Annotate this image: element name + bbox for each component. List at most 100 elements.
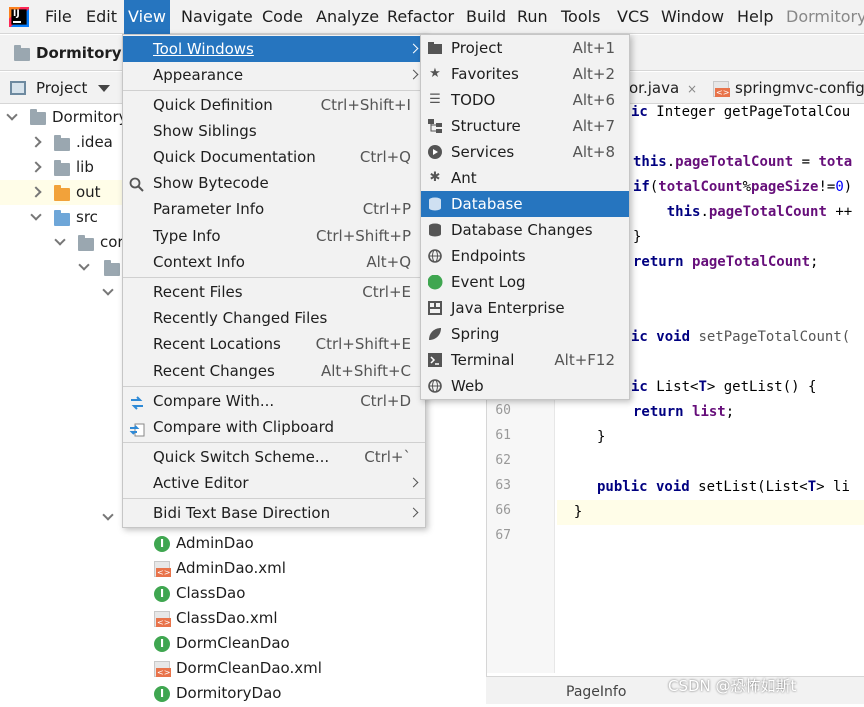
menu-navigate[interactable]: Navigate	[177, 0, 257, 34]
menu-refactor[interactable]: Refactor	[383, 0, 458, 34]
tool-window-database[interactable]: Database	[421, 191, 629, 217]
menu-item-recent-changes[interactable]: Recent Changes Alt+Shift+C	[123, 358, 425, 384]
tree-item-dormcleandao-xml[interactable]: DormCleanDao.xml	[0, 656, 486, 681]
menu-item-appearance[interactable]: Appearance	[123, 62, 425, 88]
line-number: 61	[495, 428, 511, 443]
tree-item-classdao[interactable]: I ClassDao	[0, 581, 486, 606]
close-icon[interactable]: ×	[687, 83, 697, 95]
chevron-down-icon[interactable]	[102, 284, 114, 296]
menu-item-quick-switch-scheme[interactable]: Quick Switch Scheme... Ctrl+`	[123, 444, 425, 470]
tool-window-spring[interactable]: Spring	[421, 321, 629, 347]
code-line: }	[597, 429, 606, 445]
database-icon	[428, 197, 442, 211]
code-line: }	[633, 229, 642, 245]
menu-item-type-info[interactable]: Type Info Ctrl+Shift+P	[123, 223, 425, 249]
tool-window-ant[interactable]: ✱ Ant	[421, 165, 629, 191]
menu-item-compare-with[interactable]: Compare With... Ctrl+D	[123, 388, 425, 414]
xml-file-icon	[713, 81, 731, 97]
menu-item-label: Tool Windows	[153, 40, 254, 58]
chevron-down-icon[interactable]	[102, 509, 114, 521]
menu-item-label: Type Info	[153, 227, 221, 245]
menu-item-tool-windows[interactable]: Tool Windows	[123, 36, 425, 62]
menu-item-bidi-text-base-direction[interactable]: Bidi Text Base Direction	[123, 500, 425, 526]
tree-item-label: AdminDao.xml	[176, 559, 286, 577]
menu-tools[interactable]: Tools	[557, 0, 604, 34]
menu-help[interactable]: Help	[733, 0, 777, 34]
menu-separator	[123, 442, 425, 443]
tool-window-database-changes[interactable]: Database Changes	[421, 217, 629, 243]
tool-window-java-enterprise[interactable]: Java Enterprise	[421, 295, 629, 321]
menu-run[interactable]: Run	[513, 0, 552, 34]
tree-item-subpackage[interactable]	[0, 255, 122, 280]
tree-item-subpackage-2[interactable]	[0, 280, 122, 305]
line-number: 66	[495, 503, 511, 518]
tree-item-classdao-xml[interactable]: ClassDao.xml	[0, 606, 486, 631]
tool-window-endpoints[interactable]: Endpoints	[421, 243, 629, 269]
menu-item-active-editor[interactable]: Active Editor	[123, 470, 425, 496]
menu-item-label: Active Editor	[153, 474, 249, 492]
chevron-down-icon[interactable]	[30, 209, 42, 221]
menu-vcs[interactable]: VCS	[613, 0, 653, 34]
chevron-down-icon[interactable]	[78, 259, 90, 271]
menu-build[interactable]: Build	[462, 0, 510, 34]
menu-item-recent-files[interactable]: Recent Files Ctrl+E	[123, 279, 425, 305]
tree-item-admindao-xml[interactable]: AdminDao.xml	[0, 556, 486, 581]
menu-item-show-siblings[interactable]: Show Siblings	[123, 118, 425, 144]
terminal-icon	[428, 353, 442, 367]
menu-item-label: Event Log	[451, 273, 526, 291]
globe-icon	[428, 249, 442, 263]
menu-item-label: Structure	[451, 117, 521, 135]
chevron-down-icon[interactable]	[98, 85, 110, 92]
menu-item-shortcut: Alt+2	[572, 65, 615, 83]
chevron-down-icon[interactable]	[6, 109, 18, 121]
tab-java-file[interactable]: or.java	[629, 72, 679, 104]
chevron-right-icon[interactable]	[30, 161, 42, 173]
menu-code[interactable]: Code	[258, 0, 307, 34]
menu-edit[interactable]: Edit	[82, 0, 121, 34]
breadcrumb-class[interactable]: PageInfo	[566, 677, 626, 707]
tree-item-admindao[interactable]: I AdminDao	[0, 531, 486, 556]
menu-item-show-bytecode[interactable]: Show Bytecode	[123, 170, 425, 196]
menu-item-quick-documentation[interactable]: Quick Documentation Ctrl+Q	[123, 144, 425, 170]
menu-file[interactable]: File	[41, 0, 76, 34]
menu-separator	[123, 498, 425, 499]
line-number: 63	[495, 478, 511, 493]
menu-window[interactable]: Window	[657, 0, 728, 34]
tool-window-favorites[interactable]: ★ Favorites Alt+2	[421, 61, 629, 87]
chevron-right-icon[interactable]	[30, 136, 42, 148]
menu-item-compare-with-clipboard[interactable]: Compare with Clipboard	[123, 414, 425, 440]
xml-file-icon	[154, 661, 172, 677]
tree-item-dormitorydao[interactable]: I DormitoryDao	[0, 681, 486, 706]
line-number: 62	[495, 453, 511, 468]
tool-window-web[interactable]: Web	[421, 373, 629, 399]
menu-item-label: Recent Files	[153, 283, 243, 301]
code-line: this.pageTotalCount ++	[666, 204, 853, 220]
tree-item-dormcleandao[interactable]: I DormCleanDao	[0, 631, 486, 656]
event-log-icon	[427, 274, 443, 290]
menu-item-parameter-info[interactable]: Parameter Info Ctrl+P	[123, 196, 425, 222]
tool-window-structure[interactable]: Structure Alt+7	[421, 113, 629, 139]
project-view-selector[interactable]: Project	[36, 72, 87, 104]
tool-window-services[interactable]: Services Alt+8	[421, 139, 629, 165]
tool-window-project[interactable]: Project Alt+1	[421, 35, 629, 61]
chevron-right-icon	[408, 477, 419, 488]
chevron-down-icon[interactable]	[54, 234, 66, 246]
menu-item-label: Recently Changed Files	[153, 309, 328, 327]
tool-window-terminal[interactable]: Terminal Alt+F12	[421, 347, 629, 373]
java-enterprise-icon	[428, 301, 442, 315]
tool-window-event-log[interactable]: Event Log	[421, 269, 629, 295]
chevron-right-icon[interactable]	[30, 186, 42, 198]
menu-item-recently-changed-files[interactable]: Recently Changed Files	[123, 305, 425, 331]
tree-item-label: DormCleanDao	[176, 634, 290, 652]
menu-item-recent-locations[interactable]: Recent Locations Ctrl+Shift+E	[123, 331, 425, 357]
code-line: ic Integer getPageTotalCou	[631, 105, 851, 120]
tree-item-dao-package[interactable]	[0, 505, 122, 530]
menu-view[interactable]: View	[124, 0, 170, 34]
menu-item-context-info[interactable]: Context Info Alt+Q	[123, 249, 425, 275]
tool-window-todo[interactable]: ☰ TODO Alt+6	[421, 87, 629, 113]
menu-item-label: Database Changes	[451, 221, 593, 239]
tab-springmvc-config[interactable]: springmvc-config	[735, 72, 864, 104]
menu-item-label: Web	[451, 377, 484, 395]
menu-analyze[interactable]: Analyze	[312, 0, 383, 34]
menu-item-quick-definition[interactable]: Quick Definition Ctrl+Shift+I	[123, 92, 425, 118]
